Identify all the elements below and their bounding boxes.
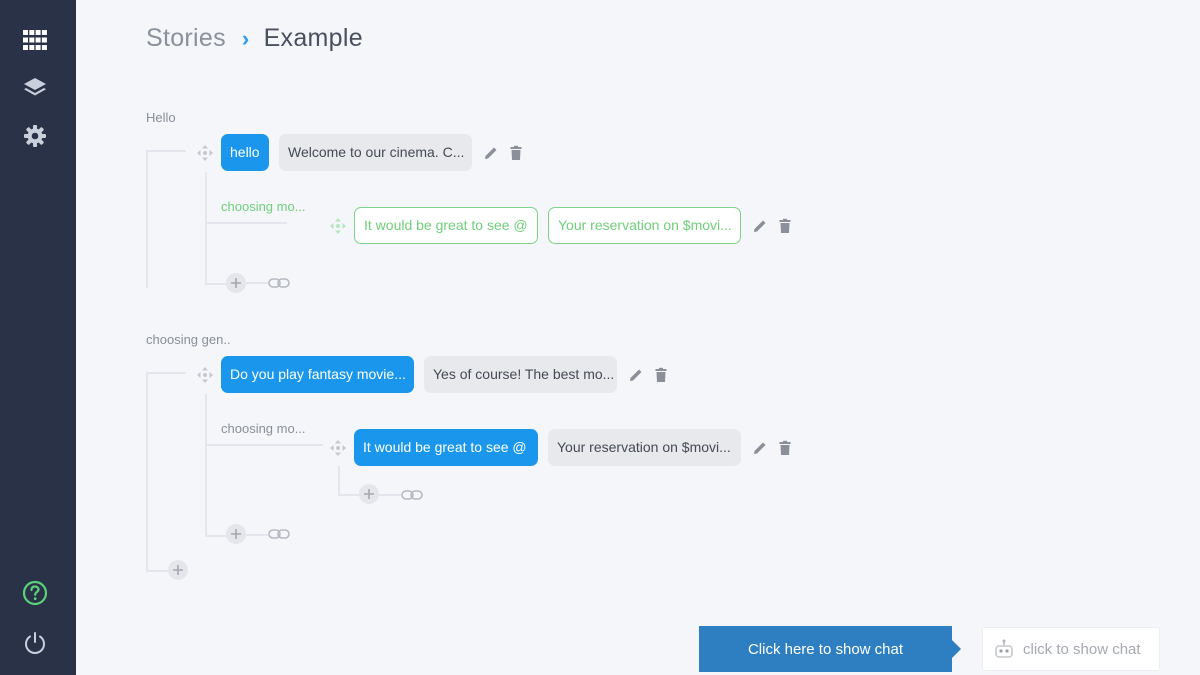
layers-icon[interactable]: [22, 75, 48, 101]
breadcrumb-chevron-icon: ›: [241, 25, 250, 51]
gear-icon[interactable]: [22, 123, 48, 149]
add-branch-button[interactable]: [226, 273, 246, 293]
tree-connector: [205, 444, 323, 446]
add-story-step-button[interactable]: [168, 560, 188, 580]
chat-pointer-arrow: [951, 639, 961, 659]
delete-icon[interactable]: [777, 440, 793, 456]
robot-icon: [995, 639, 1013, 658]
edit-icon[interactable]: [752, 440, 768, 456]
drag-handle-icon[interactable]: [329, 439, 347, 457]
delete-icon[interactable]: [653, 367, 669, 383]
plus-icon: [364, 489, 374, 499]
plus-icon: [173, 565, 183, 575]
story-title: choosing gen..: [146, 332, 231, 347]
power-icon[interactable]: [22, 630, 48, 656]
tree-connector: [146, 570, 168, 572]
story-title: Hello: [146, 110, 176, 125]
drag-handle-icon[interactable]: [196, 366, 214, 384]
bot-response-bubble[interactable]: Yes of course! The best mo...: [424, 356, 617, 393]
link-icon[interactable]: [401, 488, 423, 502]
user-message-bubble[interactable]: It would be great to see @: [354, 429, 538, 466]
chat-launcher-label: click to show chat: [1023, 640, 1141, 658]
link-icon[interactable]: [268, 527, 290, 541]
edit-icon[interactable]: [483, 145, 499, 161]
user-message-bubble[interactable]: Do you play fantasy movie...: [221, 356, 414, 393]
help-icon[interactable]: [22, 580, 48, 606]
bot-response-bubble[interactable]: Your reservation on $movi...: [548, 429, 741, 466]
grid-icon[interactable]: [22, 27, 48, 53]
drag-handle-icon[interactable]: [196, 144, 214, 162]
intent-label[interactable]: choosing mo...: [221, 199, 306, 214]
tree-connector: [246, 534, 268, 536]
delete-icon[interactable]: [508, 145, 524, 161]
breadcrumb: Stories › Example: [146, 24, 363, 53]
show-chat-button[interactable]: Click here to show chat: [699, 626, 952, 672]
tree-connector: [205, 172, 207, 284]
sidebar: [0, 0, 76, 675]
plus-icon: [231, 278, 241, 288]
chat-launcher-widget[interactable]: click to show chat: [982, 627, 1160, 671]
bot-response-bubble[interactable]: Your reservation on $movi...: [548, 207, 741, 244]
bot-response-bubble[interactable]: Welcome to our cinema. C...: [279, 134, 472, 171]
tree-connector: [146, 372, 148, 570]
drag-handle-icon[interactable]: [329, 217, 347, 235]
edit-icon[interactable]: [628, 367, 644, 383]
tree-connector: [246, 282, 268, 284]
tree-connector: [379, 494, 401, 496]
breadcrumb-stories-link[interactable]: Stories: [146, 24, 226, 53]
plus-icon: [231, 529, 241, 539]
page-title: Example: [263, 24, 363, 52]
tree-connector: [205, 535, 227, 537]
tree-connector: [338, 466, 340, 495]
user-message-bubble[interactable]: It would be great to see @: [354, 207, 538, 244]
tree-connector: [338, 494, 360, 496]
tree-connector: [205, 283, 227, 285]
edit-icon[interactable]: [752, 218, 768, 234]
tree-connector: [146, 150, 186, 152]
intent-label[interactable]: choosing mo...: [221, 421, 306, 436]
tree-connector: [205, 394, 207, 536]
user-message-bubble[interactable]: hello: [221, 134, 269, 171]
show-chat-button-label: Click here to show chat: [747, 640, 904, 658]
tree-connector: [205, 222, 287, 224]
tree-connector: [146, 372, 186, 374]
add-branch-button[interactable]: [226, 524, 246, 544]
add-branch-button[interactable]: [359, 484, 379, 504]
tree-connector: [146, 150, 148, 288]
delete-icon[interactable]: [777, 218, 793, 234]
link-icon[interactable]: [268, 276, 290, 290]
